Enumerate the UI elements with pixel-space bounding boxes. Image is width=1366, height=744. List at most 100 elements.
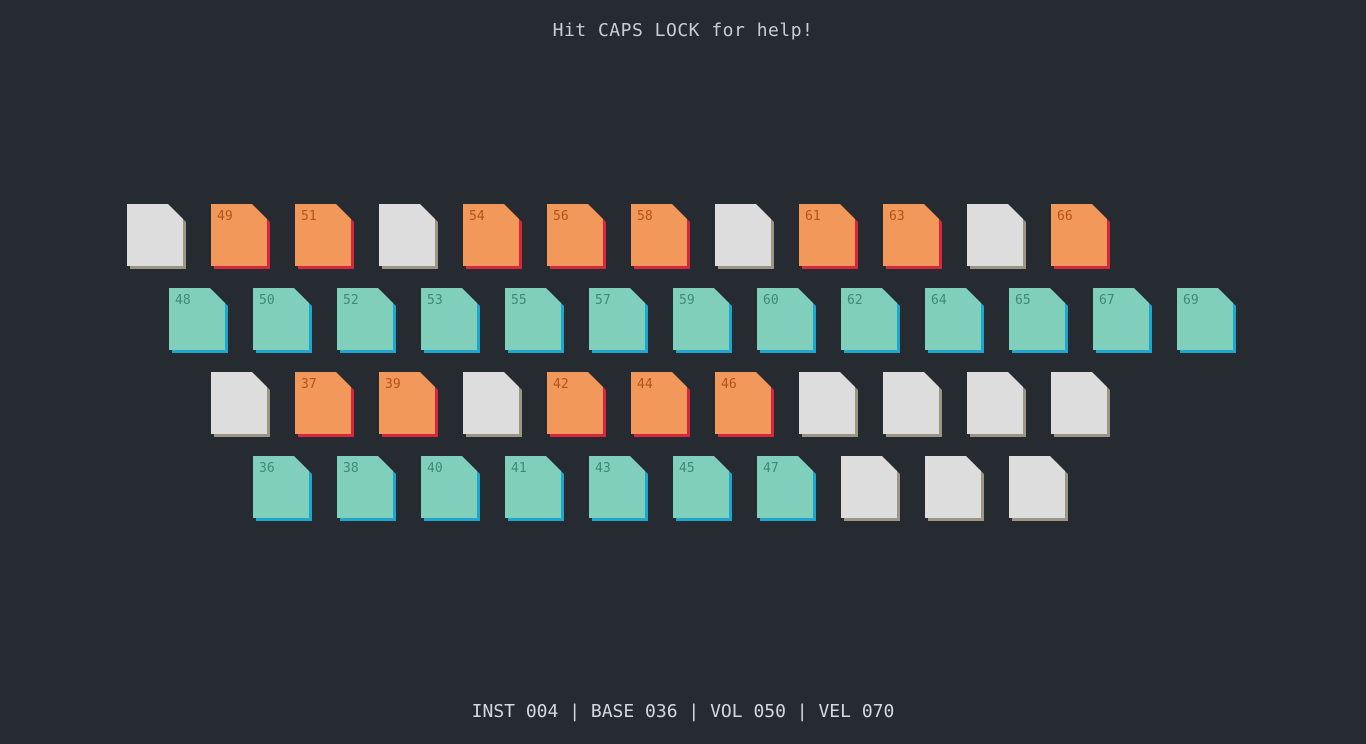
key-note-number: 44	[637, 377, 653, 392]
key-note-number: 57	[595, 293, 611, 308]
piano-key-61[interactable]: 61	[799, 204, 859, 272]
key-note-number: 51	[301, 209, 317, 224]
key-note-number: 39	[385, 377, 401, 392]
key-note-number: 56	[553, 209, 569, 224]
piano-key-unassigned[interactable]	[127, 204, 187, 272]
piano-key-54[interactable]: 54	[463, 204, 523, 272]
piano-key-59[interactable]: 59	[673, 288, 733, 356]
piano-key-unassigned[interactable]	[883, 372, 943, 440]
status-base: BASE 036	[590, 701, 678, 722]
key-note-number: 38	[343, 461, 359, 476]
key-note-number: 59	[679, 293, 695, 308]
key-note-number: 40	[427, 461, 443, 476]
piano-key-67[interactable]: 67	[1093, 288, 1153, 356]
piano-key-unassigned[interactable]	[1051, 372, 1111, 440]
key-face	[1051, 372, 1107, 434]
key-face	[799, 372, 855, 434]
key-note-number: 61	[805, 209, 821, 224]
piano-key-44[interactable]: 44	[631, 372, 691, 440]
key-note-number: 52	[343, 293, 359, 308]
piano-key-unassigned[interactable]	[799, 372, 859, 440]
piano-key-41[interactable]: 41	[505, 456, 565, 524]
key-note-number: 62	[847, 293, 863, 308]
piano-key-unassigned[interactable]	[925, 456, 985, 524]
piano-key-51[interactable]: 51	[295, 204, 355, 272]
key-note-number: 47	[763, 461, 779, 476]
piano-key-40[interactable]: 40	[421, 456, 481, 524]
piano-key-unassigned[interactable]	[463, 372, 523, 440]
piano-key-unassigned[interactable]	[1009, 456, 1069, 524]
piano-key-65[interactable]: 65	[1009, 288, 1069, 356]
piano-key-58[interactable]: 58	[631, 204, 691, 272]
key-note-number: 42	[553, 377, 569, 392]
piano-key-46[interactable]: 46	[715, 372, 775, 440]
key-note-number: 46	[721, 377, 737, 392]
piano-key-69[interactable]: 69	[1177, 288, 1237, 356]
piano-key-64[interactable]: 64	[925, 288, 985, 356]
piano-key-37[interactable]: 37	[295, 372, 355, 440]
piano-key-55[interactable]: 55	[505, 288, 565, 356]
key-note-number: 69	[1183, 293, 1199, 308]
piano-key-53[interactable]: 53	[421, 288, 481, 356]
key-face	[925, 456, 981, 518]
piano-key-48[interactable]: 48	[169, 288, 229, 356]
key-note-number: 60	[763, 293, 779, 308]
key-note-number: 63	[889, 209, 905, 224]
piano-key-56[interactable]: 56	[547, 204, 607, 272]
key-note-number: 37	[301, 377, 317, 392]
key-note-number: 65	[1015, 293, 1031, 308]
piano-key-57[interactable]: 57	[589, 288, 649, 356]
piano-key-52[interactable]: 52	[337, 288, 397, 356]
piano-key-49[interactable]: 49	[211, 204, 271, 272]
key-face	[127, 204, 183, 266]
key-face	[715, 204, 771, 266]
key-face	[883, 372, 939, 434]
piano-key-unassigned[interactable]	[841, 456, 901, 524]
key-face	[967, 372, 1023, 434]
piano-key-unassigned[interactable]	[967, 372, 1027, 440]
key-note-number: 50	[259, 293, 275, 308]
key-note-number: 58	[637, 209, 653, 224]
key-note-number: 41	[511, 461, 527, 476]
key-note-number: 43	[595, 461, 611, 476]
piano-key-42[interactable]: 42	[547, 372, 607, 440]
key-note-number: 45	[679, 461, 695, 476]
piano-key-unassigned[interactable]	[967, 204, 1027, 272]
key-note-number: 48	[175, 293, 191, 308]
key-note-number: 67	[1099, 293, 1115, 308]
key-note-number: 53	[427, 293, 443, 308]
status-vol: VOL 050	[710, 701, 786, 722]
help-hint: Hit CAPS LOCK for help!	[552, 20, 814, 41]
key-face	[967, 204, 1023, 266]
piano-key-39[interactable]: 39	[379, 372, 439, 440]
status-inst: INST 004	[471, 701, 559, 722]
key-face	[211, 372, 267, 434]
key-face	[1009, 456, 1065, 518]
piano-key-47[interactable]: 47	[757, 456, 817, 524]
piano-key-66[interactable]: 66	[1051, 204, 1111, 272]
key-note-number: 54	[469, 209, 485, 224]
piano-key-63[interactable]: 63	[883, 204, 943, 272]
key-note-number: 55	[511, 293, 527, 308]
key-note-number: 36	[259, 461, 275, 476]
piano-key-unassigned[interactable]	[715, 204, 775, 272]
piano-key-62[interactable]: 62	[841, 288, 901, 356]
key-note-number: 49	[217, 209, 233, 224]
key-note-number: 66	[1057, 209, 1073, 224]
piano-key-60[interactable]: 60	[757, 288, 817, 356]
key-note-number: 64	[931, 293, 947, 308]
piano-key-unassigned[interactable]	[211, 372, 271, 440]
piano-key-38[interactable]: 38	[337, 456, 397, 524]
status-vel: VEL 070	[818, 701, 895, 722]
status-separator: |	[785, 701, 819, 722]
piano-key-36[interactable]: 36	[253, 456, 313, 524]
status-bar: INST 004 | BASE 036 | VOL 050 | VEL 070	[0, 701, 1366, 722]
status-separator: |	[677, 701, 711, 722]
piano-key-45[interactable]: 45	[673, 456, 733, 524]
key-face	[379, 204, 435, 266]
piano-key-43[interactable]: 43	[589, 456, 649, 524]
piano-key-unassigned[interactable]	[379, 204, 439, 272]
status-separator: |	[558, 701, 591, 722]
piano-key-50[interactable]: 50	[253, 288, 313, 356]
key-face	[463, 372, 519, 434]
